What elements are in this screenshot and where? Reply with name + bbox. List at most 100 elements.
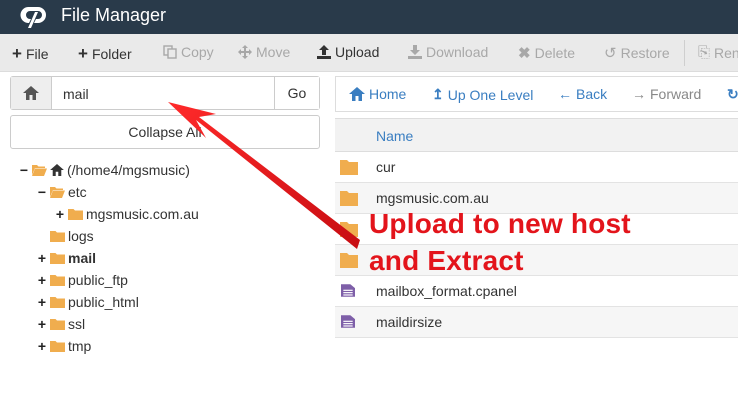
expand-toggle-icon[interactable]: +: [36, 338, 48, 354]
home-icon: [349, 87, 365, 101]
annotation-line-1: Upload to new host: [369, 208, 631, 239]
download-icon: [408, 45, 422, 59]
collapse-toggle-icon[interactable]: −: [36, 184, 48, 200]
arrow-right-icon: →: [632, 86, 646, 102]
table-row[interactable]: cur: [335, 152, 738, 183]
folder-icon: [50, 297, 65, 308]
folder-icon: [50, 231, 65, 242]
collapse-all-button[interactable]: Collapse All: [10, 115, 320, 149]
tree-item-public-ftp[interactable]: + public_ftp: [36, 270, 128, 290]
copy-button[interactable]: Copy: [163, 44, 214, 60]
file-name: maildirsize: [376, 314, 443, 330]
back-button[interactable]: ← Back: [558, 86, 607, 102]
folder-icon: [68, 209, 83, 220]
arrow-left-icon: ←: [558, 86, 572, 102]
reload-button[interactable]: ↻: [727, 86, 738, 103]
tree-item-label: tmp: [68, 338, 92, 354]
upload-button[interactable]: Upload: [317, 44, 379, 60]
restore-button[interactable]: ↺ Restore: [604, 44, 670, 62]
folder-icon: [50, 253, 65, 264]
rename-icon: ⎘: [698, 44, 711, 61]
tree-item-label: ssl: [68, 316, 86, 332]
restore-icon: ↺: [604, 45, 617, 62]
expand-toggle-icon[interactable]: +: [36, 250, 48, 266]
collapse-toggle-icon[interactable]: −: [18, 162, 30, 178]
folder-icon: [50, 319, 65, 330]
plus-icon: +: [78, 44, 88, 63]
tree-item-label: (/home4/mgsmusic): [67, 162, 190, 178]
folder-open-icon: [50, 187, 65, 198]
expand-toggle-icon[interactable]: +: [54, 206, 66, 222]
annotation-text: Upload to new host and Extract: [369, 205, 631, 279]
file-name: mgsmusic.com.au: [376, 190, 489, 206]
folder-icon: [50, 341, 65, 352]
navigation-bar: Home ↥ Up One Level ← Back → Forward ↻: [335, 76, 738, 112]
restore-label: Restore: [620, 45, 670, 61]
move-button[interactable]: Move: [238, 44, 290, 60]
path-input[interactable]: [63, 86, 263, 102]
expand-toggle-icon[interactable]: +: [36, 272, 48, 288]
tree-item-label: mail: [68, 250, 97, 266]
upload-label: Upload: [335, 44, 380, 60]
level-up-icon: ↥: [432, 86, 444, 102]
tree-item-home[interactable]: − (/home4/mgsmusic): [18, 160, 190, 180]
folder-icon: [340, 191, 358, 206]
plus-icon: +: [12, 44, 22, 63]
delete-button[interactable]: ✖ Delete: [518, 44, 575, 62]
tree-item-ssl[interactable]: + ssl: [36, 314, 85, 334]
go-button[interactable]: Go: [274, 77, 319, 109]
toolbar-divider: [684, 40, 685, 66]
file-text-icon: [341, 284, 355, 297]
folder-icon: [50, 275, 65, 286]
up-one-level-label: Up One Level: [447, 86, 534, 103]
tree-item-public-html[interactable]: + public_html: [36, 292, 139, 312]
download-label: Download: [426, 44, 489, 60]
rename-label: Ren: [714, 44, 738, 61]
move-icon: [238, 45, 252, 59]
rename-button[interactable]: ⎘ Ren: [698, 44, 738, 61]
new-folder-button[interactable]: + Folder: [78, 44, 132, 64]
new-file-label: File: [25, 46, 49, 62]
tree-item-etc[interactable]: − etc: [36, 182, 87, 202]
delete-label: Delete: [534, 45, 576, 61]
new-file-button[interactable]: + File: [12, 44, 49, 64]
folder-icon: [340, 222, 358, 237]
table-header: Name: [335, 118, 738, 152]
file-name: cur: [376, 159, 396, 175]
x-icon: ✖: [518, 45, 531, 62]
forward-label: Forward: [650, 86, 702, 102]
cpanel-logo-icon: [20, 7, 46, 28]
tree-item-mail[interactable]: + mail: [36, 248, 96, 268]
forward-button[interactable]: → Forward: [632, 86, 701, 102]
folder-open-icon: [32, 165, 47, 176]
path-bar: Go: [10, 76, 320, 110]
file-text-icon: [341, 315, 355, 328]
folder-icon: [340, 253, 358, 268]
tree-item-label: etc: [68, 184, 87, 200]
tree-item-tmp[interactable]: + tmp: [36, 336, 91, 356]
nav-home-button[interactable]: Home: [349, 86, 406, 102]
annotation-line-2: and Extract: [369, 245, 524, 276]
download-button[interactable]: Download: [408, 44, 488, 60]
path-home-button[interactable]: [11, 77, 52, 109]
copy-label: Copy: [181, 44, 214, 60]
tree-item-label: mgsmusic.com.au: [86, 206, 199, 222]
title-bar: File Manager: [0, 0, 738, 34]
name-column-header[interactable]: Name: [376, 128, 413, 144]
table-row[interactable]: maildirsize: [335, 307, 738, 338]
up-one-level-button[interactable]: ↥ Up One Level: [432, 86, 533, 103]
tree-item-label: public_ftp: [68, 272, 128, 288]
expand-toggle-icon[interactable]: +: [36, 294, 48, 310]
tree-item-mgsmusic[interactable]: + mgsmusic.com.au: [54, 204, 199, 224]
tree-item-logs[interactable]: logs: [36, 226, 94, 246]
upload-icon: [317, 45, 331, 59]
app-title: File Manager: [61, 5, 167, 25]
table-row[interactable]: mailbox_format.cpanel: [335, 276, 738, 307]
folder-icon: [340, 160, 358, 175]
reload-icon: ↻: [727, 86, 738, 102]
back-label: Back: [576, 86, 608, 102]
expand-toggle-icon[interactable]: +: [36, 316, 48, 332]
nav-home-label: Home: [369, 86, 407, 102]
move-label: Move: [256, 44, 291, 60]
file-name: mailbox_format.cpanel: [376, 283, 517, 299]
